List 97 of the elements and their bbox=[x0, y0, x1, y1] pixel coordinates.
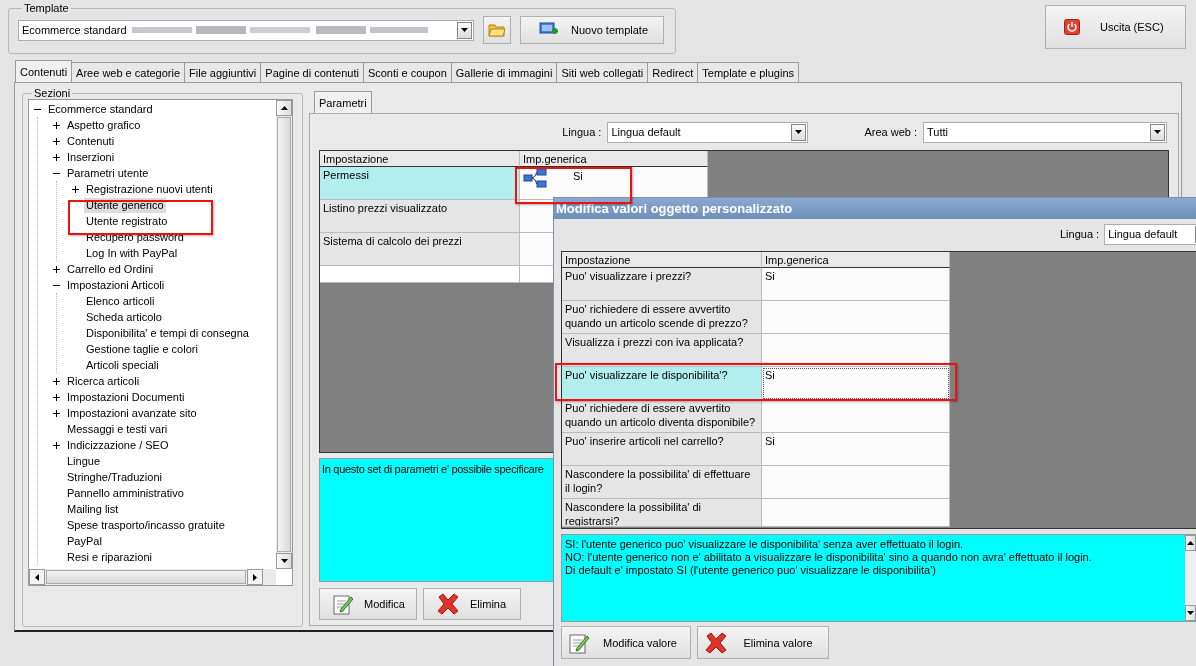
description-line: SI: l'utente generico puo' visualizzare le disponibilita' senza aver effettuato il login. bbox=[565, 538, 965, 551]
language-label: Lingua : bbox=[562, 126, 602, 138]
tab[interactable]: Gallerie di immagini bbox=[450, 62, 558, 82]
tab[interactable]: Sconti e coupon bbox=[362, 62, 452, 82]
tree-item[interactable]: Elenco articoli bbox=[84, 293, 157, 309]
scroll-left-icon[interactable] bbox=[29, 569, 45, 585]
tree-item[interactable]: Ecommerce standard bbox=[46, 101, 155, 117]
tree-item[interactable]: Mailing list bbox=[65, 501, 121, 517]
tree-item[interactable]: Impostazioni avanzate sito bbox=[65, 405, 199, 421]
edit-button[interactable]: Modifica valore bbox=[561, 626, 691, 659]
tab[interactable]: Parametri bbox=[314, 91, 372, 113]
delete-icon bbox=[704, 630, 728, 655]
tab[interactable]: Aree web e categorie bbox=[71, 62, 186, 82]
hierarchy-icon bbox=[523, 168, 547, 188]
description-line: Di default e' impostato SI (l'utente generico puo' visualizzare le disponibilita') bbox=[565, 564, 937, 577]
column-header: Impostazione bbox=[562, 252, 762, 268]
value-cell[interactable] bbox=[762, 499, 950, 527]
setting-cell[interactable]: Puo' visualizzare i prezzi? bbox=[562, 268, 762, 301]
folder-icon bbox=[488, 23, 506, 37]
value-cell[interactable]: Si bbox=[762, 433, 950, 466]
tree-item[interactable]: PayPal bbox=[65, 533, 104, 549]
column-header: Imp.generica bbox=[520, 151, 708, 167]
delete-button[interactable]: Elimina valore bbox=[697, 626, 829, 659]
value-cell[interactable] bbox=[762, 466, 950, 499]
vertical-scrollbar[interactable] bbox=[276, 100, 292, 569]
tab[interactable]: Pagine di contenuti bbox=[260, 62, 364, 82]
setting-cell[interactable]: Puo' richiedere di essere avvertito quando un articolo diventa disponibile? bbox=[562, 400, 762, 433]
tree-item[interactable]: Indicizzazione / SEO bbox=[65, 437, 171, 453]
tree-item[interactable]: Gestione taglie e colori bbox=[84, 341, 200, 357]
tree-item[interactable]: Stringhe/Traduzioni bbox=[65, 469, 164, 485]
column-header: Imp.generica bbox=[762, 252, 950, 268]
edit-icon bbox=[568, 631, 590, 654]
tree-item[interactable]: Disponibilita' e tempi di consegna bbox=[84, 325, 251, 341]
description-line: NO: l'utente generico non e' abilitato a visualizzare le disponibilita' sino a quando non avra' effettuato il login. bbox=[565, 551, 1093, 564]
tab[interactable]: Contenuti bbox=[15, 60, 73, 82]
scroll-thumb[interactable] bbox=[277, 117, 291, 552]
tree-item[interactable]: Messaggi e testi vari bbox=[65, 421, 170, 437]
setting-cell[interactable]: Puo' visualizzare le disponibilita'? bbox=[562, 367, 762, 400]
tree-item[interactable]: Impostazioni Documenti bbox=[65, 389, 187, 405]
scroll-thumb[interactable] bbox=[46, 570, 246, 584]
template-combo[interactable]: Ecommerce standard bbox=[18, 19, 474, 41]
tree-item[interactable]: Scheda articolo bbox=[84, 309, 164, 325]
edit-button[interactable]: Modifica bbox=[319, 588, 417, 620]
scroll-up-icon[interactable] bbox=[1185, 535, 1196, 551]
tab[interactable]: Siti web collegati bbox=[556, 62, 649, 82]
setting-cell[interactable]: Nascondere la possibilita' di effettuare il login? bbox=[562, 466, 762, 499]
value-cell[interactable] bbox=[762, 334, 950, 367]
web-area-label: Area web : bbox=[864, 126, 917, 138]
edit-icon bbox=[332, 593, 354, 615]
setting-cell[interactable]: Listino prezzi visualizzato bbox=[320, 200, 520, 233]
horizontal-scrollbar[interactable] bbox=[29, 569, 276, 585]
exit-button[interactable]: Uscita (ESC) bbox=[1045, 5, 1186, 49]
value-cell[interactable] bbox=[762, 400, 950, 433]
language-combo[interactable]: Lingua default bbox=[1104, 223, 1196, 245]
column-header: Impostazione bbox=[320, 151, 520, 167]
scroll-down-icon[interactable] bbox=[1185, 605, 1196, 621]
setting-cell[interactable]: Puo' inserire articoli nel carrello? bbox=[562, 433, 762, 466]
tab[interactable]: Template e plugins bbox=[697, 62, 799, 82]
delete-icon bbox=[436, 592, 460, 616]
tree-item[interactable]: Articoli speciali bbox=[84, 357, 161, 373]
power-icon bbox=[1064, 19, 1080, 35]
tab[interactable]: Redirect bbox=[647, 62, 699, 82]
tree-item[interactable]: Carrello ed Ordini bbox=[65, 261, 156, 277]
setting-cell[interactable]: Visualizza i prezzi con iva applicata? bbox=[562, 334, 762, 367]
value-cell[interactable] bbox=[762, 301, 950, 334]
tree-item[interactable]: Aspetto grafico bbox=[65, 117, 143, 133]
setting-cell[interactable]: Puo' richiedere di essere avvertito quando un articolo scende di prezzo? bbox=[562, 301, 762, 334]
tree-item[interactable]: Inserzioni bbox=[65, 149, 117, 165]
web-area-combo[interactable]: Tutti bbox=[923, 121, 1167, 143]
value-text: Si bbox=[573, 169, 583, 183]
tab[interactable]: File aggiuntivi bbox=[184, 62, 262, 82]
tree-item[interactable]: Ricerca articoli bbox=[65, 373, 142, 389]
tree-item[interactable]: Utente registrato bbox=[84, 213, 170, 229]
group-title: Template bbox=[23, 2, 70, 14]
scroll-down-icon[interactable] bbox=[276, 553, 292, 569]
value-cell[interactable]: Si bbox=[762, 367, 950, 400]
group-title: Sezioni bbox=[33, 87, 72, 99]
tree-item[interactable]: Contenuti bbox=[65, 133, 117, 149]
scroll-right-icon[interactable] bbox=[247, 569, 263, 585]
dialog-title: Modifica valori oggetto personalizzato bbox=[554, 198, 1196, 219]
value-cell[interactable]: Si bbox=[762, 268, 950, 301]
scroll-up-icon[interactable] bbox=[276, 100, 292, 116]
setting-cell[interactable]: Permessi bbox=[320, 167, 520, 200]
language-combo[interactable]: Lingua default bbox=[607, 121, 809, 143]
tree-item[interactable]: Lingue bbox=[65, 453, 103, 469]
tree-item[interactable]: Resi e riparazioni bbox=[65, 549, 154, 565]
setting-cell[interactable]: Sistema di calcolo dei prezzi bbox=[320, 233, 520, 266]
delete-button[interactable]: Elimina bbox=[423, 588, 521, 620]
tree-item[interactable]: Impostazioni Articoli bbox=[65, 277, 167, 293]
language-label: Lingua : bbox=[1060, 228, 1100, 240]
tree-item[interactable]: Registrazione nuovi utenti bbox=[84, 181, 215, 197]
tree-item[interactable]: Parametri utente bbox=[65, 165, 151, 181]
vertical-scrollbar[interactable] bbox=[1185, 535, 1196, 621]
tree-item[interactable]: Spese trasporto/incasso gratuite bbox=[65, 517, 227, 533]
tree-item[interactable]: Pannello amministrativo bbox=[65, 485, 186, 501]
new-template-button[interactable]: Nuovo template bbox=[520, 16, 664, 44]
tree-item[interactable]: Log In with PayPal bbox=[84, 245, 180, 261]
